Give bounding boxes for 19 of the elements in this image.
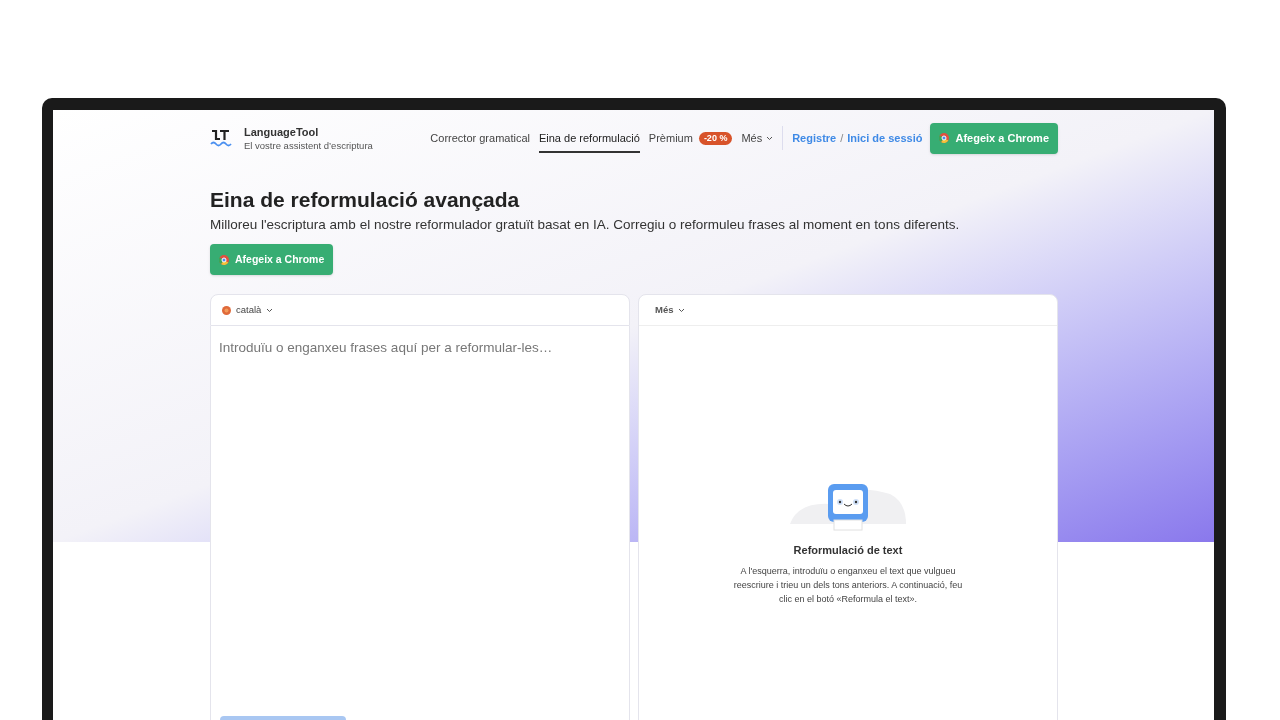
language-selector[interactable]: català bbox=[222, 302, 274, 318]
chevron-down-icon bbox=[678, 307, 686, 313]
chrome-icon bbox=[939, 133, 950, 143]
link-separator: / bbox=[840, 130, 844, 146]
chevron-down-icon bbox=[266, 307, 274, 313]
nav-link[interactable]: Prèmium -20 % bbox=[648, 123, 733, 153]
chrome-icon bbox=[219, 254, 229, 265]
logo-icon bbox=[210, 128, 232, 148]
brand-name: LanguageTool bbox=[244, 124, 320, 139]
flag-icon bbox=[222, 305, 231, 315]
brand-tagline: El vostre assistent d’escriptura bbox=[244, 138, 373, 152]
empty-state-text: A l'esquerra, introduïu o enganxeu el text que vulgueu reescriure i trieu un dels tons anteriors. A continuació, feu clic en el botó «Reformula el text». bbox=[732, 564, 964, 606]
page-title: Eina de reformulació avançada bbox=[210, 187, 521, 213]
more-menu-link[interactable]: Més bbox=[741, 123, 774, 153]
more-menu-button[interactable]: Més bbox=[655, 302, 686, 318]
empty-state-title: Reformulació de text bbox=[793, 543, 903, 558]
page-subtitle: Milloreu l'escriptura amb el nostre reformulador gratuït basat en IA. Corregiu o reformuleu frases al moment en tons diferents. bbox=[210, 216, 961, 234]
nav-link[interactable]: Eina de reformulació bbox=[538, 123, 640, 153]
nav-link[interactable]: Corrector gramatical bbox=[430, 123, 530, 153]
